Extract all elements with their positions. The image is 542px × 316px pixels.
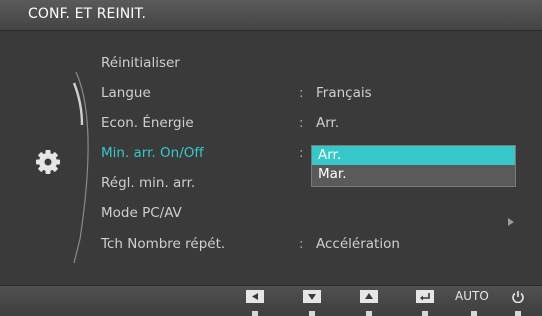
separator-colon: : — [299, 115, 304, 131]
option-dropdown: Arr. Mar. — [311, 145, 516, 187]
langue-value: Français — [316, 85, 372, 101]
gear-icon — [33, 147, 63, 181]
auto-button[interactable]: AUTO — [455, 289, 489, 303]
menu-item-econ-energie[interactable]: Econ. Énergie — [101, 115, 194, 131]
menu-item-min-arr-on-off[interactable]: Min. arr. On/Off — [101, 145, 204, 161]
title-bar: CONF. ET REINIT. — [0, 0, 542, 31]
enter-icon[interactable] — [416, 290, 434, 303]
separator-colon: : — [299, 145, 304, 161]
up-arrow-icon[interactable] — [360, 290, 378, 303]
option-mar[interactable]: Mar. — [312, 165, 515, 184]
button-indicator — [252, 311, 258, 316]
down-arrow-icon[interactable] — [303, 290, 321, 303]
button-indicator — [309, 311, 315, 316]
button-indicator — [471, 311, 477, 316]
submenu-arrow-icon — [508, 211, 514, 230]
menu-title: CONF. ET REINIT. — [28, 6, 147, 22]
option-arr[interactable]: Arr. — [312, 146, 515, 165]
menu-item-langue[interactable]: Langue — [101, 85, 151, 101]
power-icon[interactable] — [511, 290, 525, 303]
button-indicator — [515, 311, 521, 316]
menu-item-reinitialiser[interactable]: Réinitialiser — [101, 55, 180, 71]
menu-item-tch-nombre-repet[interactable]: Tch Nombre répét. — [101, 236, 225, 252]
button-indicator — [422, 311, 428, 316]
menu-item-mode-pc-av[interactable]: Mode PC/AV — [101, 205, 182, 221]
menu-item-regl-min-arr[interactable]: Régl. min. arr. — [101, 175, 195, 191]
econ-energie-value: Arr. — [316, 115, 340, 131]
osd-window: CONF. ET REINIT. Réinitialiser Langue Ec — [0, 0, 542, 316]
separator-colon: : — [299, 85, 304, 101]
button-indicator — [366, 311, 372, 316]
tch-nombre-repet-value: Accélération — [316, 236, 400, 252]
left-arrow-icon[interactable] — [246, 290, 264, 303]
separator-colon: : — [299, 236, 304, 252]
